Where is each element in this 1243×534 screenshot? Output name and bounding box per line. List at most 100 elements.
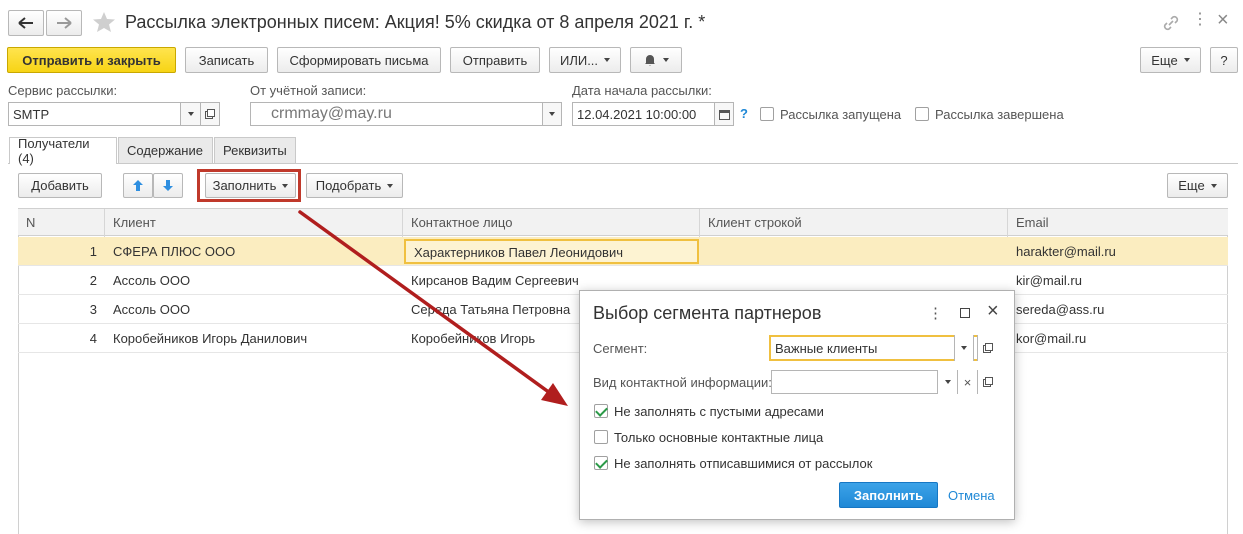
pick-button[interactable]: Подобрать	[306, 173, 403, 198]
chevron-down-icon	[961, 346, 967, 350]
segment-label: Сегмент:	[593, 341, 648, 356]
pick-label: Подобрать	[315, 178, 382, 193]
main-contacts-checkbox[interactable]	[594, 430, 608, 444]
chevron-down-icon	[1183, 58, 1190, 62]
empty-address-label: Не заполнять с пустыми адресами	[614, 404, 824, 419]
account-field[interactable]: crmmay@may.ru	[250, 102, 562, 126]
window-title: Рассылка электронных писем: Акция! 5% ск…	[125, 12, 706, 32]
dialog-close-icon[interactable]: ×	[987, 300, 999, 323]
row-email: sereda@ass.ru	[1016, 302, 1105, 317]
date-field[interactable]: 12.04.2021 10:00:00	[572, 102, 734, 126]
arrow-up-icon	[133, 180, 143, 191]
calendar-icon	[718, 109, 730, 120]
open-window-icon	[982, 377, 993, 387]
contact-type-label: Вид контактной информации:	[593, 375, 772, 390]
dropdown-button[interactable]	[542, 102, 562, 126]
fill-button[interactable]: Заполнить	[205, 173, 296, 198]
row-client-string	[700, 237, 1008, 266]
help-button[interactable]: ?	[1210, 47, 1238, 73]
arrow-right-icon	[57, 17, 72, 29]
close-icon[interactable]: ×	[1217, 9, 1229, 32]
menu-dots-icon[interactable]: ⋮	[1192, 12, 1208, 28]
fill-label: Заполнить	[212, 178, 277, 193]
table-more-button[interactable]: Еще	[1167, 173, 1228, 198]
service-field[interactable]: SMTP	[8, 102, 220, 126]
date-label: Дата начала рассылки:	[572, 83, 712, 98]
contact-type-field[interactable]: ×	[771, 370, 997, 394]
segment-field[interactable]: Важные клиенты	[769, 335, 997, 361]
row-number: 2	[89, 273, 97, 288]
dialog-menu-icon[interactable]: ⋮	[928, 304, 943, 322]
dialog-fill-button[interactable]: Заполнить	[839, 482, 938, 508]
dropdown-button[interactable]	[180, 102, 200, 126]
row-contact[interactable]: Характерников Павел Леонидович	[404, 239, 699, 264]
started-checkbox[interactable]	[760, 107, 774, 121]
service-value: SMTP	[13, 106, 50, 122]
row-number: 3	[89, 302, 97, 317]
tab-content[interactable]: Содержание	[118, 137, 213, 163]
maximize-icon[interactable]	[960, 308, 970, 318]
account-value: crmmay@may.ru	[271, 105, 392, 122]
chevron-down-icon	[663, 58, 669, 62]
add-button[interactable]: Добавить	[18, 173, 102, 198]
open-button[interactable]	[200, 102, 220, 126]
row-email: kir@mail.ru	[1016, 273, 1082, 288]
account-label: От учётной записи:	[250, 83, 367, 98]
open-button[interactable]	[977, 335, 997, 361]
link-icon[interactable]	[1163, 15, 1179, 31]
tab-recipients[interactable]: Получатели (4)	[9, 136, 117, 166]
or-label: ИЛИ...	[559, 52, 599, 68]
or-dropdown-button[interactable]: ИЛИ...	[549, 47, 621, 73]
tab-requisites[interactable]: Реквизиты	[214, 137, 296, 163]
notification-dropdown-button[interactable]	[630, 47, 682, 73]
arrow-down-icon	[163, 180, 173, 191]
empty-address-checkbox[interactable]	[594, 404, 608, 418]
chevron-down-icon	[187, 112, 194, 116]
unsubscribed-checkbox[interactable]	[594, 456, 608, 470]
calendar-button[interactable]	[714, 102, 734, 126]
row-number: 4	[89, 331, 97, 346]
more-button[interactable]: Еще	[1140, 47, 1201, 73]
forward-button[interactable]	[46, 10, 82, 36]
table-header: N Клиент Контактное лицо Клиент строкой …	[18, 208, 1228, 237]
column-header-client[interactable]: Клиент	[105, 209, 403, 237]
chevron-down-icon	[549, 112, 555, 116]
favorite-star-icon[interactable]	[92, 11, 116, 33]
row-client: Ассоль ООО	[113, 273, 191, 288]
column-header-contact[interactable]: Контактное лицо	[403, 209, 700, 237]
service-label: Сервис рассылки:	[8, 83, 118, 98]
table-row[interactable]: 1 СФЕРА ПЛЮС ООО Характерников Павел Лео…	[18, 237, 1228, 266]
unsubscribed-label: Не заполнять отписавшимися от рассылок	[614, 456, 873, 471]
column-header-email[interactable]: Email	[1008, 209, 1228, 237]
row-client: Коробейников Игорь Данилович	[113, 331, 308, 346]
save-button[interactable]: Записать	[185, 47, 268, 73]
move-down-button[interactable]	[153, 173, 183, 198]
column-header-client-string[interactable]: Клиент строкой	[700, 209, 1008, 237]
segment-dialog: Выбор сегмента партнеров ⋮ × Сегмент: Ва…	[579, 290, 1015, 520]
send-button[interactable]: Отправить	[450, 47, 540, 73]
form-letters-button[interactable]: Сформировать письма	[277, 47, 441, 73]
dropdown-button[interactable]	[954, 335, 974, 361]
row-client: СФЕРА ПЛЮС ООО	[113, 244, 236, 259]
table-more-label: Еще	[1178, 178, 1205, 193]
open-button[interactable]	[977, 370, 997, 394]
column-header-n[interactable]: N	[18, 209, 105, 237]
chevron-down-icon	[387, 183, 394, 188]
date-value: 12.04.2021 10:00:00	[577, 106, 697, 122]
dialog-title: Выбор сегмента партнеров	[593, 303, 822, 323]
row-email: kor@mail.ru	[1016, 331, 1087, 346]
dialog-cancel-link[interactable]: Отмена	[948, 488, 995, 503]
date-help-link[interactable]: ?	[740, 106, 748, 121]
main-contacts-label: Только основные контактные лица	[614, 430, 824, 445]
dropdown-button[interactable]	[937, 370, 957, 394]
move-up-button[interactable]	[123, 173, 153, 198]
bell-icon	[645, 55, 655, 66]
started-label: Рассылка запущена	[780, 107, 902, 122]
tabs-baseline	[8, 163, 1238, 164]
open-window-icon	[205, 109, 215, 119]
send-and-close-button[interactable]: Отправить и закрыть	[7, 47, 176, 73]
row-client: Ассоль ООО	[113, 302, 191, 317]
clear-button[interactable]: ×	[957, 370, 977, 394]
back-button[interactable]	[8, 10, 44, 36]
finished-checkbox[interactable]	[915, 107, 929, 121]
